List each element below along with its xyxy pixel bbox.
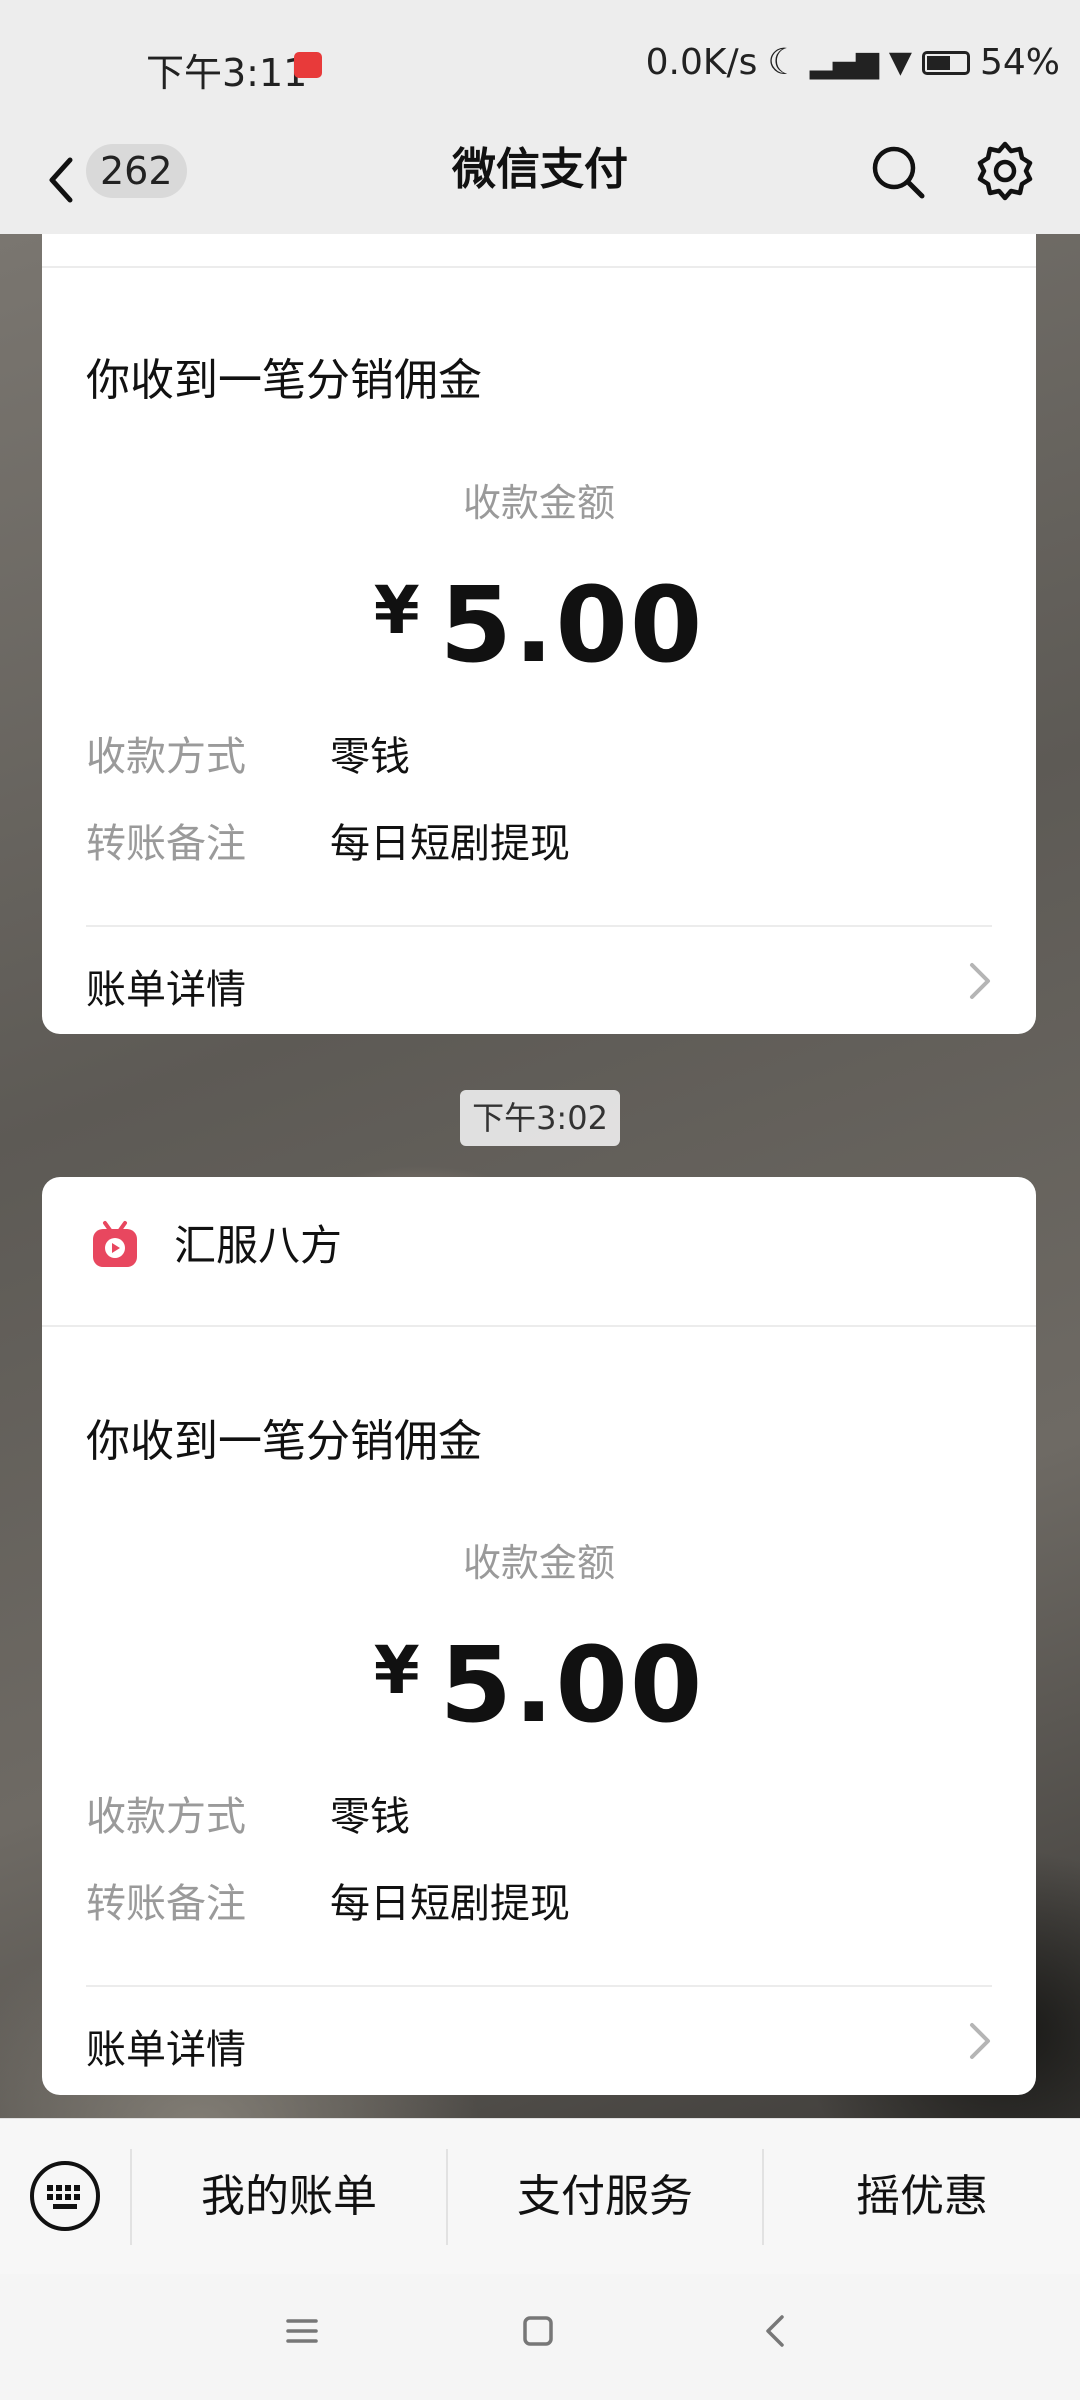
- status-bar: 下午3:11 0.0K/s ☾ ▂▄▆ ▼ 54%: [0, 0, 1080, 132]
- bill-detail-link[interactable]: 账单详情: [42, 927, 1036, 1034]
- payment-card: 你收到一笔分销佣金 收款金额 ¥5.00 收款方式 零钱 转账备注 每日短剧提现…: [42, 234, 1036, 1034]
- menu-payment-services[interactable]: 支付服务: [448, 2119, 762, 2274]
- bill-detail-label: 账单详情: [86, 967, 246, 1013]
- system-nav-bar: [0, 2273, 1080, 2400]
- note-label: 转账备注: [86, 821, 246, 867]
- keyboard-icon[interactable]: [28, 2159, 102, 2233]
- gear-icon[interactable]: [974, 140, 1036, 202]
- search-icon[interactable]: [868, 142, 928, 202]
- battery-level: 54%: [979, 42, 1060, 83]
- card-headline: 你收到一笔分销佣金: [86, 355, 482, 406]
- back-icon[interactable]: [756, 2311, 796, 2351]
- menu-icon[interactable]: [282, 2311, 322, 2351]
- chevron-right-icon: [970, 963, 990, 999]
- method-label: 收款方式: [86, 734, 246, 780]
- signal-icon: ▂▄▆: [809, 45, 879, 80]
- amount-label: 收款金额: [462, 1541, 615, 1585]
- bill-detail-link[interactable]: 账单详情: [42, 1987, 1036, 2095]
- amount-value: ¥5.00: [42, 564, 1036, 686]
- nav-bar: 262 微信支付: [0, 132, 1080, 234]
- method-value: 零钱: [330, 1794, 410, 1840]
- payment-card: 汇服八方 你收到一笔分销佣金 收款金额 ¥5.00 收款方式 零钱 转账备注 每…: [42, 1177, 1036, 2095]
- notification-app-icon: [294, 52, 322, 78]
- amount-number: 5.00: [439, 1624, 705, 1746]
- card-headline: 你收到一笔分销佣金: [86, 1416, 482, 1467]
- moon-icon: ☾: [767, 42, 800, 83]
- currency-symbol: ¥: [373, 1632, 422, 1709]
- battery-icon: [921, 50, 970, 75]
- currency-symbol: ¥: [373, 572, 422, 649]
- method-value: 零钱: [330, 734, 410, 780]
- bill-detail-label: 账单详情: [86, 2027, 246, 2073]
- merchant-name: 汇服八方: [174, 1221, 343, 1270]
- note-value: 每日短剧提现: [330, 821, 570, 867]
- home-icon[interactable]: [518, 2311, 558, 2351]
- amount-value: ¥5.00: [42, 1624, 1036, 1746]
- bottom-menu: 我的账单 支付服务 摇优惠: [0, 2118, 1080, 2274]
- amount-number: 5.00: [439, 564, 705, 686]
- method-label: 收款方式: [86, 1794, 246, 1840]
- note-label: 转账备注: [86, 1881, 246, 1927]
- amount-label: 收款金额: [462, 481, 615, 525]
- menu-my-bills[interactable]: 我的账单: [132, 2119, 446, 2274]
- menu-shake-offers[interactable]: 摇优惠: [764, 2119, 1080, 2274]
- chevron-right-icon: [970, 2023, 990, 2059]
- wifi-icon: ▼: [888, 45, 912, 80]
- network-speed: 0.0K/s: [645, 42, 758, 83]
- timestamp: 下午3:02: [460, 1090, 620, 1146]
- bottom-area: 我的账单 支付服务 摇优惠: [0, 2118, 1080, 2400]
- status-time: 下午3:11: [146, 51, 308, 95]
- merchant-logo-icon: [93, 1221, 137, 1267]
- note-value: 每日短剧提现: [330, 1881, 570, 1927]
